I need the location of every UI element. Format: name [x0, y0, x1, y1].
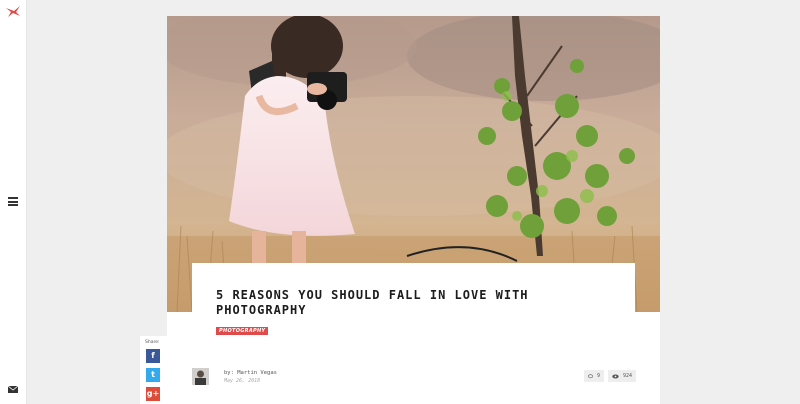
share-widget: Share: f t g+	[140, 336, 167, 404]
eye-icon	[612, 374, 619, 378]
comments-count[interactable]: 9	[584, 370, 604, 382]
post-card: 5 REASONS YOU SHOULD FALL IN LOVE WITH P…	[167, 16, 660, 404]
post-title[interactable]: 5 REASONS YOU SHOULD FALL IN LOVE WITH P…	[216, 288, 606, 318]
facebook-share-button[interactable]: f	[146, 349, 160, 363]
twitter-share-button[interactable]: t	[146, 368, 160, 382]
views-count[interactable]: 924	[608, 370, 636, 382]
left-sidebar	[0, 0, 27, 404]
mail-icon[interactable]	[8, 386, 18, 393]
bird-logo-icon[interactable]	[5, 5, 21, 19]
views-value: 924	[622, 373, 632, 379]
title-card: 5 REASONS YOU SHOULD FALL IN LOVE WITH P…	[192, 263, 635, 363]
author-name[interactable]: by: Martin Vegas	[224, 370, 277, 376]
comments-value: 9	[596, 373, 600, 379]
googleplus-share-button[interactable]: g+	[146, 387, 160, 401]
hamburger-menu-icon[interactable]	[8, 197, 18, 206]
share-label: Share:	[145, 340, 160, 345]
category-badge[interactable]: PHOTOGRAPHY	[216, 327, 269, 335]
post-date: May 26, 2018	[224, 378, 261, 384]
comment-icon	[588, 373, 593, 378]
author-avatar[interactable]	[192, 368, 209, 385]
